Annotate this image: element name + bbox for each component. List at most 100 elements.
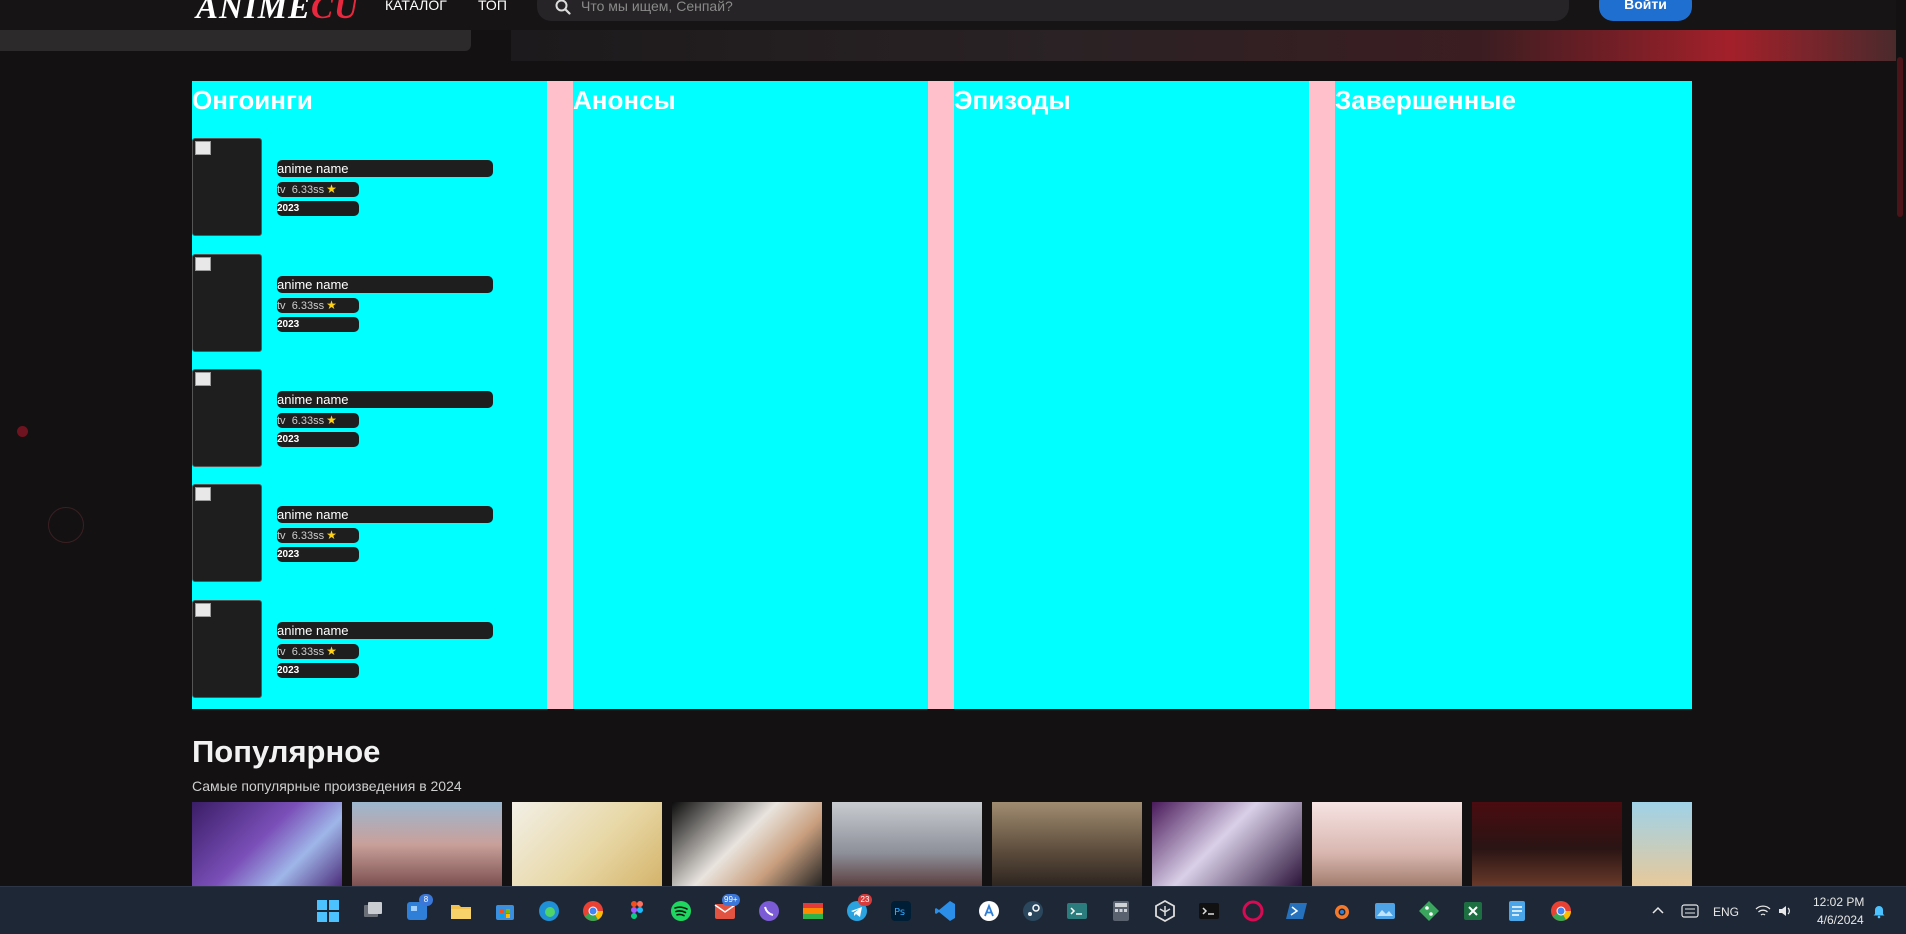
powershell-icon[interactable]	[1285, 899, 1309, 923]
widgets-badge: 8	[419, 894, 433, 906]
anime-name[interactable]: anime name	[277, 506, 493, 523]
anime-year: 2023	[277, 663, 359, 678]
git-icon[interactable]	[1417, 899, 1441, 923]
logo-prefix: A	[196, 0, 220, 26]
popular-poster[interactable]	[512, 802, 662, 887]
anime-card[interactable]: anime name tv 6.33ss ★ 2023	[192, 600, 493, 698]
anime-card[interactable]: anime name tv 6.33ss ★ 2023	[192, 369, 493, 467]
logo-middle: NIME	[219, 0, 312, 26]
column-gutter	[1309, 81, 1335, 709]
task-view-icon[interactable]	[361, 899, 385, 923]
chevron-up-icon[interactable]	[1650, 903, 1666, 919]
calculator-icon[interactable]	[1109, 899, 1133, 923]
star-icon: ★	[326, 413, 337, 427]
figma-icon[interactable]	[625, 899, 649, 923]
column-ongoing: Онгоинги anime name tv 6.33ss ★ 2023 anim…	[192, 81, 547, 709]
microsoft-store-icon[interactable]	[493, 899, 517, 923]
broken-image-icon	[195, 141, 211, 155]
popular-poster[interactable]	[832, 802, 982, 887]
edge-icon[interactable]	[537, 899, 561, 923]
anime-poster[interactable]	[192, 138, 262, 236]
chrome-icon[interactable]	[1549, 899, 1573, 923]
column-gutter	[547, 81, 573, 709]
search-input[interactable]	[581, 0, 1481, 15]
anime-columns: Онгоинги anime name tv 6.33ss ★ 2023 anim…	[192, 81, 1692, 709]
language-indicator[interactable]: ENG	[1713, 905, 1739, 919]
popular-poster[interactable]	[672, 802, 822, 887]
column-title-completed: Завершенные	[1335, 85, 1516, 115]
nav-top[interactable]: ТОП	[478, 0, 507, 13]
notification-bell-icon[interactable]	[1871, 903, 1887, 919]
anime-card[interactable]: anime name tv 6.33ss ★ 2023	[192, 254, 493, 352]
decor-dot	[17, 426, 28, 437]
popular-poster[interactable]	[1632, 802, 1692, 887]
viber-icon[interactable]	[757, 899, 781, 923]
notepad-icon[interactable]	[1505, 899, 1529, 923]
nav-catalog[interactable]: КАТАЛОГ	[385, 0, 447, 13]
page: ANIMECU КАТАЛОГ ТОП Войти Онгоинги anime…	[0, 0, 1906, 934]
anime-poster[interactable]	[192, 484, 262, 582]
svg-text:Ps: Ps	[894, 907, 905, 918]
anime-year: 2023	[277, 317, 359, 332]
search-bar[interactable]	[537, 0, 1569, 21]
clock-time[interactable]: 12:02 PM	[1813, 895, 1864, 909]
anime-type: tv	[277, 646, 286, 658]
file-explorer-icon[interactable]	[449, 899, 473, 923]
blender-icon[interactable]	[1329, 899, 1353, 923]
column-title-announcements: Анонсы	[573, 85, 676, 115]
terminal-icon[interactable]	[1065, 899, 1089, 923]
color-app-icon[interactable]	[801, 899, 825, 923]
windows-start-icon[interactable]	[316, 899, 340, 923]
photos-icon[interactable]	[1373, 899, 1397, 923]
anime-name[interactable]: anime name	[277, 276, 493, 293]
anime-meta: tv 6.33ss ★	[277, 644, 359, 659]
column-title-ongoing: Онгоинги	[192, 85, 313, 115]
popular-poster[interactable]	[352, 802, 502, 887]
telegram-badge: 23	[858, 894, 872, 906]
photoshop-icon[interactable]: Ps	[889, 899, 913, 923]
login-button[interactable]: Войти	[1599, 0, 1692, 21]
star-icon: ★	[326, 182, 337, 196]
popular-poster[interactable]	[1472, 802, 1622, 887]
volume-icon[interactable]	[1777, 904, 1793, 918]
broken-image-icon	[195, 603, 211, 617]
broken-image-icon	[195, 372, 211, 386]
app-store-icon[interactable]	[977, 899, 1001, 923]
debian-icon[interactable]	[1241, 899, 1265, 923]
anime-year: 2023	[277, 432, 359, 447]
console-icon[interactable]	[1197, 899, 1221, 923]
site-logo[interactable]: ANIMECU	[196, 0, 359, 27]
vscode-icon[interactable]	[933, 899, 957, 923]
popular-posters	[192, 802, 1692, 887]
steam-icon[interactable]	[1021, 899, 1045, 923]
anime-card[interactable]: anime name tv 6.33ss ★ 2023	[192, 484, 493, 582]
popular-poster[interactable]	[1152, 802, 1302, 887]
unity-icon[interactable]	[1153, 899, 1177, 923]
anime-type: tv	[277, 300, 286, 312]
anime-rating: 6.33ss	[291, 530, 325, 542]
anime-poster[interactable]	[192, 254, 262, 352]
anime-year: 2023	[277, 201, 359, 216]
anime-name[interactable]: anime name	[277, 391, 493, 408]
scrollbar-thumb[interactable]	[1897, 57, 1903, 217]
broken-image-icon	[195, 487, 211, 501]
wifi-icon[interactable]	[1755, 904, 1771, 918]
chrome-icon[interactable]	[581, 899, 605, 923]
clock-date[interactable]: 4/6/2024	[1817, 913, 1864, 927]
excel-like-icon[interactable]	[1461, 899, 1485, 923]
star-icon: ★	[326, 644, 337, 658]
popular-poster[interactable]	[992, 802, 1142, 887]
star-icon: ★	[326, 528, 337, 542]
anime-poster[interactable]	[192, 369, 262, 467]
anime-card[interactable]: anime name tv 6.33ss ★ 2023	[192, 138, 493, 236]
keyboard-icon[interactable]	[1681, 904, 1699, 918]
anime-name[interactable]: anime name	[277, 622, 493, 639]
anime-name[interactable]: anime name	[277, 160, 493, 177]
popular-poster[interactable]	[192, 802, 342, 887]
spotify-icon[interactable]	[669, 899, 693, 923]
decor-circle	[48, 507, 84, 543]
anime-meta: tv 6.33ss ★	[277, 182, 359, 197]
anime-poster[interactable]	[192, 600, 262, 698]
popular-poster[interactable]	[1312, 802, 1462, 887]
popular-subtitle: Самые популярные произведения в 2024	[192, 778, 462, 794]
